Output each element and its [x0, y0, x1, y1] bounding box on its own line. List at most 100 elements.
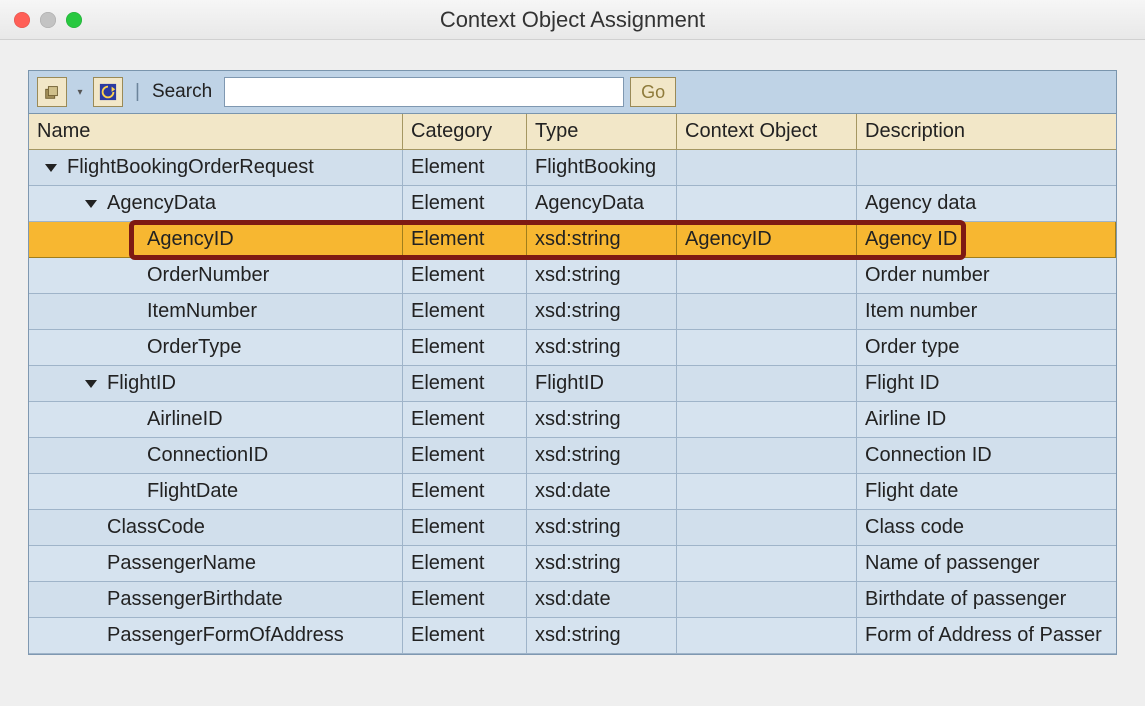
cell-name[interactable]: ConnectionID: [29, 438, 403, 474]
cell-description: Airline ID: [857, 402, 1116, 438]
cell-type: xsd:string: [527, 222, 677, 258]
cell-context-object[interactable]: [677, 438, 857, 474]
cell-category: Element: [403, 186, 527, 222]
col-category[interactable]: Category: [403, 114, 527, 150]
cell-category: Element: [403, 222, 527, 258]
minimize-window-button[interactable]: [40, 12, 56, 28]
refresh-button[interactable]: [93, 77, 123, 107]
cell-description: [857, 150, 1116, 186]
cell-type: FlightBooking: [527, 150, 677, 186]
cell-context-object[interactable]: [677, 402, 857, 438]
cell-name[interactable]: PassengerBirthdate: [29, 582, 403, 618]
cell-description: Form of Address of Passer: [857, 618, 1116, 654]
cell-type: xsd:string: [527, 438, 677, 474]
cell-name[interactable]: PassengerName: [29, 546, 403, 582]
table-row[interactable]: ItemNumberElementxsd:string Item number: [29, 294, 1116, 330]
row-name-label: OrderNumber: [147, 264, 269, 287]
col-description[interactable]: Description: [857, 114, 1116, 150]
col-name[interactable]: Name: [29, 114, 403, 150]
cell-category: Element: [403, 402, 527, 438]
cell-type: xsd:string: [527, 258, 677, 294]
cell-context-object[interactable]: AgencyID: [677, 222, 857, 258]
toolbar: ▾ | Search Go: [28, 70, 1117, 114]
table-row[interactable]: PassengerBirthdateElementxsd:dateBirthda…: [29, 582, 1116, 618]
cell-description: Order number: [857, 258, 1116, 294]
cell-category: Element: [403, 258, 527, 294]
cell-name[interactable]: FlightID: [29, 366, 403, 402]
cell-type: AgencyData: [527, 186, 677, 222]
cell-description: Agency data: [857, 186, 1116, 222]
row-name-label: FlightBookingOrderRequest: [67, 156, 314, 179]
cell-context-object[interactable]: [677, 186, 857, 222]
expand-arrow-icon[interactable]: [85, 200, 97, 208]
table-row[interactable]: FlightIDElementFlightIDFlight ID: [29, 366, 1116, 402]
maximize-window-button[interactable]: [66, 12, 82, 28]
cell-context-object[interactable]: [677, 510, 857, 546]
cell-type: xsd:string: [527, 510, 677, 546]
cell-context-object[interactable]: [677, 474, 857, 510]
search-label: Search: [152, 81, 212, 103]
go-button[interactable]: Go: [630, 77, 676, 107]
cell-context-object[interactable]: [677, 546, 857, 582]
table-row[interactable]: AgencyIDElementxsd:stringAgencyIDAgency …: [29, 222, 1116, 258]
row-name-label: OrderType: [147, 336, 241, 359]
cell-description: Class code: [857, 510, 1116, 546]
cell-category: Element: [403, 294, 527, 330]
cell-name[interactable]: AgencyData: [29, 186, 403, 222]
cell-name[interactable]: ClassCode: [29, 510, 403, 546]
row-name-label: PassengerBirthdate: [107, 588, 283, 611]
cell-name[interactable]: FlightBookingOrderRequest: [29, 150, 403, 186]
cell-category: Element: [403, 618, 527, 654]
col-type[interactable]: Type: [527, 114, 677, 150]
toolbar-separator: |: [135, 81, 140, 103]
cell-category: Element: [403, 150, 527, 186]
cell-context-object[interactable]: [677, 618, 857, 654]
cell-name[interactable]: ItemNumber: [29, 294, 403, 330]
cell-description: Name of passenger: [857, 546, 1116, 582]
cell-name[interactable]: OrderNumber: [29, 258, 403, 294]
table-row[interactable]: FlightBookingOrderRequest ElementFlightBo…: [29, 150, 1116, 186]
cell-name[interactable]: AirlineID: [29, 402, 403, 438]
stack-dropdown[interactable]: ▾: [73, 77, 87, 107]
close-window-button[interactable]: [14, 12, 30, 28]
cell-name[interactable]: AgencyID: [29, 222, 403, 258]
cell-type: xsd:string: [527, 294, 677, 330]
cell-context-object[interactable]: [677, 294, 857, 330]
search-input[interactable]: [224, 77, 624, 107]
expand-arrow-icon[interactable]: [85, 380, 97, 388]
cell-name[interactable]: OrderType: [29, 330, 403, 366]
cell-category: Element: [403, 474, 527, 510]
cell-name[interactable]: PassengerFormOfAddress: [29, 618, 403, 654]
cell-context-object[interactable]: [677, 582, 857, 618]
table-row[interactable]: AirlineIDElementxsd:stringAirline ID: [29, 402, 1116, 438]
table-row[interactable]: AgencyDataElementAgencyDataAgency data: [29, 186, 1116, 222]
expand-arrow-icon[interactable]: [45, 164, 57, 172]
cell-description: Flight date: [857, 474, 1116, 510]
cell-type: xsd:date: [527, 474, 677, 510]
cell-description: Item number: [857, 294, 1116, 330]
table-row[interactable]: FlightDateElementxsd:date Flight date: [29, 474, 1116, 510]
cell-category: Element: [403, 366, 527, 402]
table-row[interactable]: OrderTypeElementxsd:stringOrder type: [29, 330, 1116, 366]
table-row[interactable]: PassengerNameElementxsd:stringName of pa…: [29, 546, 1116, 582]
row-name-label: AgencyID: [147, 228, 234, 251]
row-name-label: AgencyData: [107, 192, 216, 215]
cell-context-object[interactable]: [677, 366, 857, 402]
cell-context-object[interactable]: [677, 258, 857, 294]
cell-type: xsd:string: [527, 330, 677, 366]
window-controls: [0, 12, 82, 28]
cell-category: Element: [403, 438, 527, 474]
table-row[interactable]: ClassCodeElementxsd:string Class code: [29, 510, 1116, 546]
table-row[interactable]: OrderNumber Elementxsd:string Order number: [29, 258, 1116, 294]
row-name-label: AirlineID: [147, 408, 223, 431]
stack-icon-button[interactable]: [37, 77, 67, 107]
col-context-object[interactable]: Context Object: [677, 114, 857, 150]
cell-category: Element: [403, 510, 527, 546]
titlebar: Context Object Assignment: [0, 0, 1145, 40]
cell-context-object[interactable]: [677, 150, 857, 186]
table-row[interactable]: ConnectionIDElementxsd:stringConnection …: [29, 438, 1116, 474]
row-name-label: PassengerName: [107, 552, 256, 575]
cell-name[interactable]: FlightDate: [29, 474, 403, 510]
table-row[interactable]: PassengerFormOfAddressElementxsd:stringF…: [29, 618, 1116, 654]
cell-context-object[interactable]: [677, 330, 857, 366]
